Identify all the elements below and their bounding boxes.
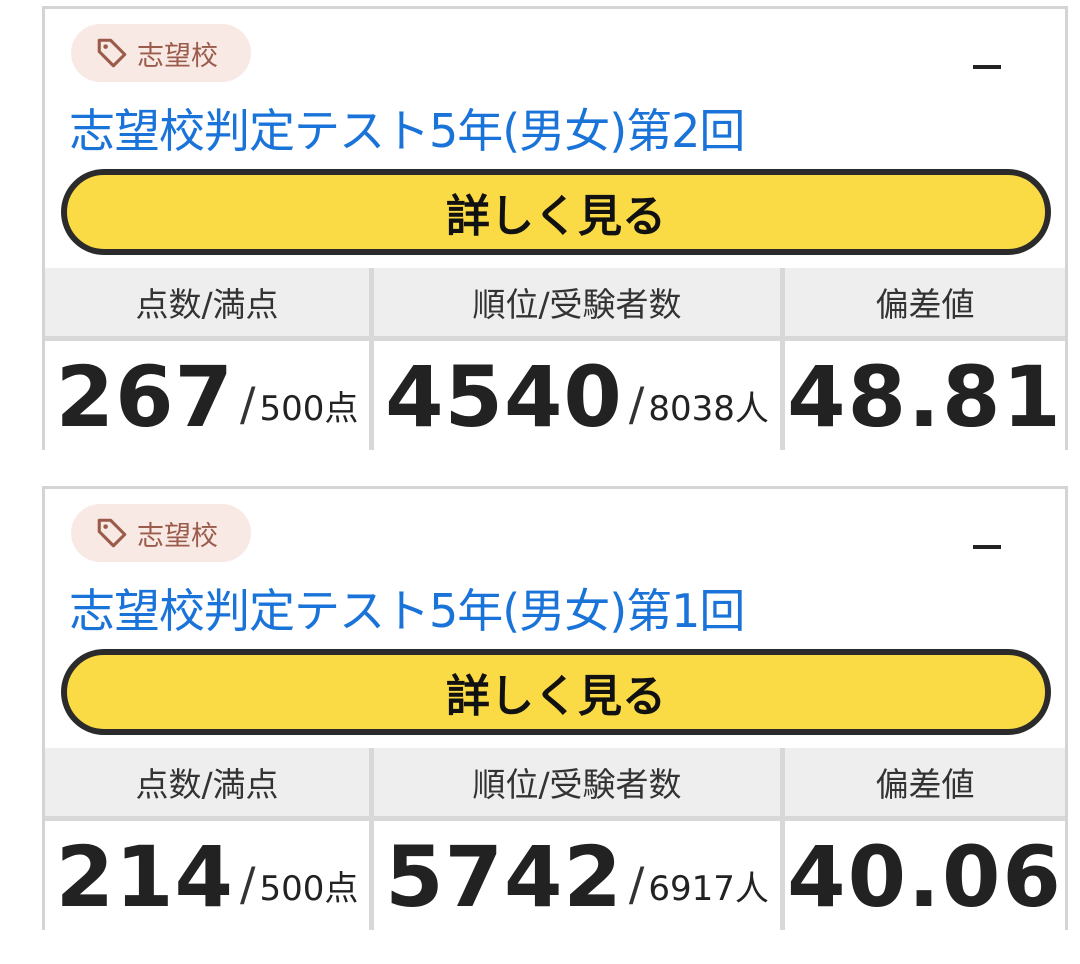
tag-icon (97, 38, 127, 68)
score-cell: 214 ∕ 500点 (45, 822, 369, 932)
exam-title[interactable]: 志望校判定テスト5年(男女)第2回 (69, 95, 745, 161)
collapse-button[interactable] (973, 65, 1001, 69)
header-deviation: 偏差値 (785, 748, 1065, 816)
header-rank: 順位/受験者数 (374, 748, 780, 816)
slash: ∕ (239, 857, 256, 911)
details-button[interactable]: 詳しく見る (61, 169, 1051, 255)
result-table: 点数/満点 順位/受験者数 偏差値 214 ∕ 500点 5742 ∕ 6917… (45, 748, 1065, 932)
tag-label: 志望校 (137, 520, 218, 552)
rank-value: 4540 (385, 348, 623, 446)
deviation-cell: 40.06 (785, 822, 1065, 932)
rank-cell: 5742 ∕ 6917人 (374, 822, 780, 932)
slash: ∕ (628, 857, 645, 911)
deviation-value: 40.06 (787, 828, 1063, 926)
slash: ∕ (239, 377, 256, 431)
rank-cell: 4540 ∕ 8038人 (374, 342, 780, 452)
divider (45, 816, 1065, 821)
examinees-count: 6917人 (648, 869, 769, 909)
score-value: 214 (55, 828, 234, 926)
tag-icon (97, 518, 127, 548)
divider (45, 336, 1065, 341)
score-cell: 267 ∕ 500点 (45, 342, 369, 452)
collapse-button[interactable] (973, 545, 1001, 549)
exam-result-card: 志望校 志望校判定テスト5年(男女)第2回 詳しく見る 点数/満点 順位/受験者… (42, 6, 1068, 452)
tag-badge: 志望校 (71, 24, 251, 82)
deviation-cell: 48.81 (785, 342, 1065, 452)
deviation-value: 48.81 (787, 348, 1063, 446)
details-button[interactable]: 詳しく見る (61, 649, 1051, 735)
tag-badge: 志望校 (71, 504, 251, 562)
result-table: 点数/満点 順位/受験者数 偏差値 267 ∕ 500点 4540 ∕ 8038… (45, 268, 1065, 452)
header-deviation: 偏差値 (785, 268, 1065, 336)
score-value: 267 (55, 348, 234, 446)
header-score: 点数/満点 (45, 268, 369, 336)
header-rank: 順位/受験者数 (374, 268, 780, 336)
slash: ∕ (628, 377, 645, 431)
rank-value: 5742 (385, 828, 623, 926)
exam-title[interactable]: 志望校判定テスト5年(男女)第1回 (69, 575, 745, 641)
score-max: 500点 (259, 389, 359, 429)
score-max: 500点 (259, 869, 359, 909)
exam-result-card: 志望校 志望校判定テスト5年(男女)第1回 詳しく見る 点数/満点 順位/受験者… (42, 486, 1068, 932)
examinees-count: 8038人 (648, 389, 769, 429)
header-score: 点数/満点 (45, 748, 369, 816)
tag-label: 志望校 (137, 40, 218, 72)
